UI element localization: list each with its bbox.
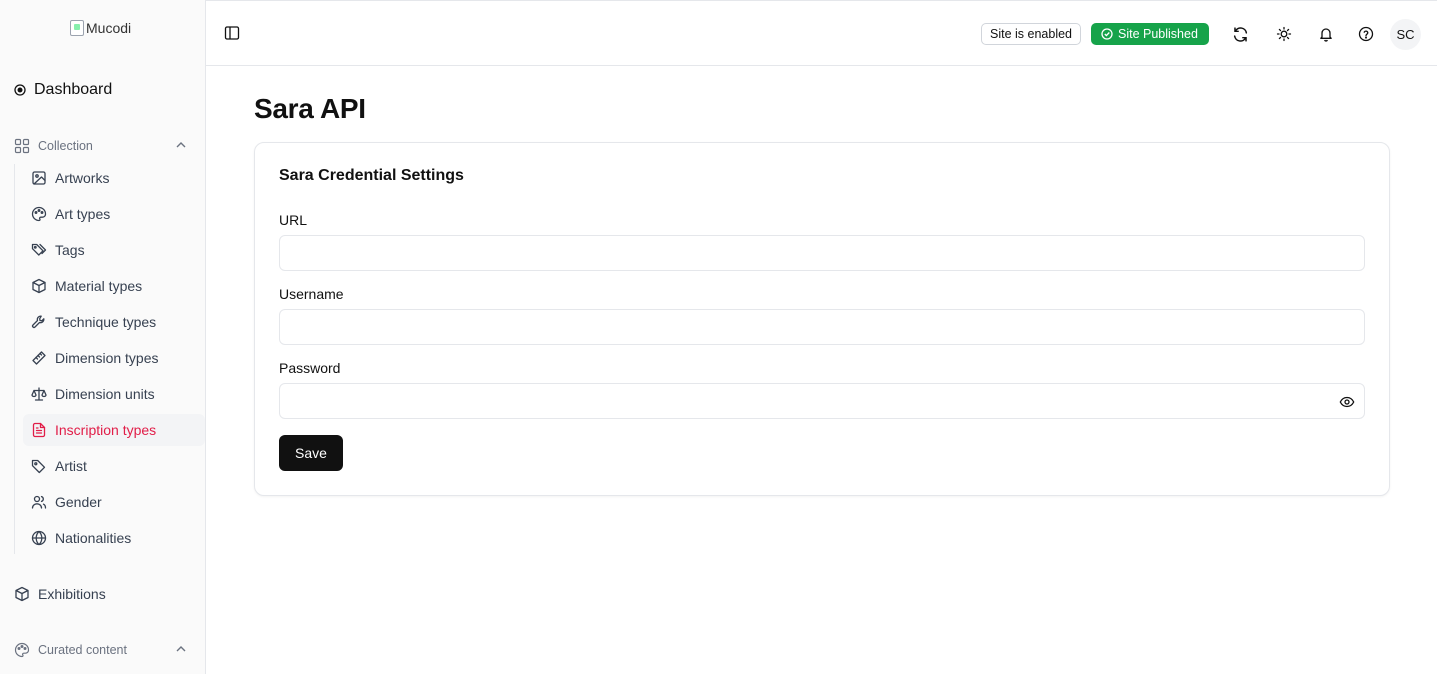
file-text-icon — [32, 422, 46, 438]
sidebar-item-artworks[interactable]: Artworks — [23, 162, 205, 194]
sidebar-item-label: Material types — [55, 278, 143, 294]
sidebar-item-dimension-types[interactable]: Dimension types — [23, 342, 205, 374]
sidebar-item-nationalities[interactable]: Nationalities — [23, 522, 205, 554]
sidebar-item-art-types[interactable]: Art types — [23, 198, 205, 230]
tree-line — [14, 164, 15, 554]
exhibitions-label: Exhibitions — [38, 586, 106, 602]
logo-text: Mucodi — [86, 20, 132, 36]
sidebar-item-label: Artworks — [55, 170, 110, 186]
help-circle-icon — [1358, 26, 1374, 42]
refresh-button[interactable] — [1229, 23, 1251, 45]
url-input[interactable] — [279, 235, 1365, 271]
sidebar-item-label: Art types — [55, 206, 111, 222]
scale-icon — [31, 387, 47, 401]
help-button[interactable] — [1355, 23, 1377, 45]
notifications-button[interactable] — [1315, 23, 1337, 45]
theme-toggle-button[interactable] — [1273, 23, 1295, 45]
users-icon — [31, 495, 47, 509]
tags-icon — [31, 243, 47, 256]
password-label: Password — [279, 360, 341, 376]
sidebar-item-label: Tags — [55, 242, 85, 258]
image-icon — [32, 171, 46, 185]
chevron-up-icon[interactable] — [174, 138, 188, 152]
site-published-badge[interactable]: Site Published — [1091, 23, 1209, 45]
panel-left-icon — [224, 26, 240, 40]
sidebar-item-dashboard[interactable]: Dashboard — [14, 78, 112, 102]
logo[interactable]: Mucodi — [70, 19, 131, 37]
collection-label: Collection — [38, 139, 93, 153]
sun-icon — [1276, 26, 1292, 42]
palette-icon — [14, 642, 30, 658]
sidebar-item-inscription-types[interactable]: Inscription types — [23, 414, 205, 446]
card-title: Sara Credential Settings — [279, 167, 464, 184]
sidebar-item-label: Gender — [55, 494, 102, 510]
refresh-icon — [1233, 26, 1247, 42]
tag-icon — [31, 459, 46, 474]
sidebar-item-tags[interactable]: Tags — [23, 234, 205, 266]
password-input[interactable] — [279, 383, 1365, 419]
curated-content-label: Curated content — [38, 643, 127, 657]
grid-icon — [14, 138, 30, 154]
box-icon — [15, 586, 29, 602]
palette-icon — [31, 206, 47, 222]
broken-image-icon — [70, 20, 84, 36]
sidebar: Mucodi Dashboard Collection Artworks Art … — [0, 0, 206, 674]
dashboard-label: Dashboard — [34, 81, 113, 98]
sidebar-item-label: Dimension types — [55, 350, 159, 366]
site-published-label: Site Published — [1118, 27, 1198, 41]
show-password-button[interactable] — [1337, 392, 1357, 412]
sidebar-item-label: Inscription types — [55, 422, 157, 438]
ruler-icon — [32, 351, 46, 365]
username-input[interactable] — [279, 309, 1365, 345]
check-circle-icon — [1101, 28, 1113, 40]
sidebar-item-label: Dimension units — [55, 386, 155, 402]
username-label: Username — [279, 286, 344, 302]
site-enabled-badge: Site is enabled — [981, 23, 1082, 45]
section-curated-content[interactable]: Curated content — [14, 640, 194, 660]
section-collection[interactable]: Collection — [14, 136, 194, 156]
bell-icon — [1320, 28, 1332, 42]
sidebar-item-technique-types[interactable]: Technique types — [23, 306, 205, 338]
page-title: Sara API — [254, 93, 366, 124]
wrench-icon — [31, 315, 45, 329]
credential-settings-card: Sara Credential Settings URL Username Pa… — [254, 142, 1390, 496]
sidebar-item-artist[interactable]: Artist — [23, 450, 205, 482]
box-icon — [32, 278, 46, 294]
user-avatar[interactable]: SC — [1390, 19, 1421, 50]
sidebar-toggle-button[interactable] — [222, 23, 242, 43]
url-label: URL — [279, 212, 308, 228]
sidebar-item-material-types[interactable]: Material types — [23, 270, 205, 302]
sidebar-item-label: Nationalities — [55, 530, 132, 546]
sidebar-item-label: Technique types — [55, 314, 157, 330]
sidebar-item-exhibitions[interactable]: Exhibitions — [14, 582, 106, 606]
eye-icon — [1339, 396, 1355, 408]
top-bar: Site is enabled Site Published SC — [206, 1, 1437, 66]
save-button[interactable]: Save — [279, 435, 343, 471]
globe-icon — [31, 530, 47, 546]
sidebar-item-dimension-units[interactable]: Dimension units — [23, 378, 205, 410]
sidebar-item-gender[interactable]: Gender — [23, 486, 205, 518]
chevron-up-icon[interactable] — [174, 642, 188, 656]
dashboard-icon — [14, 84, 26, 96]
sidebar-item-label: Artist — [55, 458, 87, 474]
